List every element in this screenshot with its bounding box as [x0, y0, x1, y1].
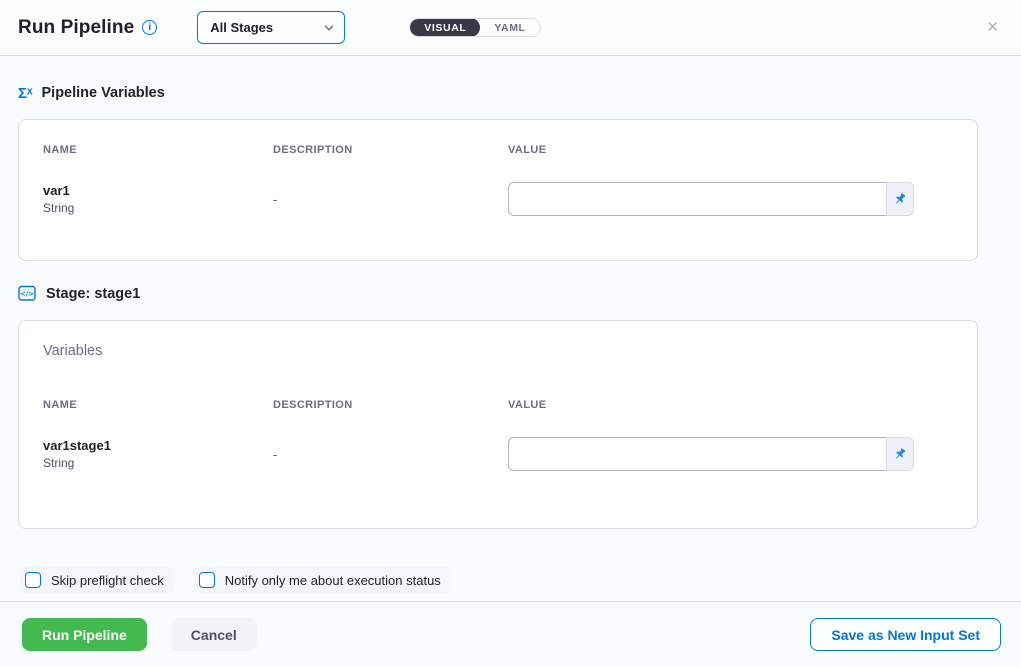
variable-description: -: [273, 192, 508, 207]
column-header-name: NAME: [43, 399, 273, 411]
pipeline-variables-table: NAME DESCRIPTION VALUE var1 String -: [43, 144, 953, 216]
dialog-footer: Run Pipeline Cancel Save as New Input Se…: [0, 601, 1021, 667]
variable-name-cell: var1 String: [43, 183, 273, 215]
variable-name: var1stage1: [43, 438, 273, 453]
table-header-row: NAME DESCRIPTION VALUE: [43, 399, 953, 411]
variable-description: -: [273, 447, 508, 462]
notify-me-label: Notify only me about execution status: [225, 573, 441, 588]
page-title: Run Pipeline: [18, 17, 134, 39]
column-header-value: VALUE: [508, 144, 953, 156]
variable-value-input[interactable]: [508, 182, 886, 216]
variable-value-input[interactable]: [508, 437, 886, 471]
stage-card-title: Variables: [43, 343, 953, 359]
close-icon[interactable]: ✕: [982, 16, 1003, 39]
checkbox-icon[interactable]: [25, 572, 41, 588]
run-pipeline-button[interactable]: Run Pipeline: [22, 618, 147, 651]
pipeline-variables-heading: Σˣ Pipeline Variables: [18, 85, 1003, 101]
toggle-yaml[interactable]: YAML: [480, 18, 539, 37]
pipeline-variables-icon: Σˣ: [18, 86, 33, 101]
svg-text:</>: </>: [20, 290, 34, 298]
column-header-description: DESCRIPTION: [273, 144, 508, 156]
stage-icon: </>: [18, 285, 37, 302]
cancel-button[interactable]: Cancel: [171, 618, 257, 651]
stage-title: Stage: stage1: [46, 286, 140, 302]
stage-variables-table: NAME DESCRIPTION VALUE var1stage1 String…: [43, 399, 953, 471]
table-header-row: NAME DESCRIPTION VALUE: [43, 144, 953, 156]
stage-heading: </> Stage: stage1: [18, 285, 1003, 302]
variable-name-cell: var1stage1 String: [43, 438, 273, 470]
dialog-header: Run Pipeline i All Stages VISUAL YAML ✕: [0, 0, 1021, 56]
notify-me-checkbox[interactable]: Notify only me about execution status: [194, 567, 451, 593]
table-row: var1 String -: [43, 182, 953, 216]
table-row: var1stage1 String -: [43, 437, 953, 471]
stage-variables-card: Variables NAME DESCRIPTION VALUE var1sta…: [18, 320, 978, 529]
info-icon[interactable]: i: [142, 20, 157, 35]
pipeline-variables-card: NAME DESCRIPTION VALUE var1 String -: [18, 119, 978, 261]
column-header-description: DESCRIPTION: [273, 399, 508, 411]
skip-preflight-label: Skip preflight check: [51, 573, 164, 588]
variable-value-cell: [508, 182, 953, 216]
skip-preflight-checkbox[interactable]: Skip preflight check: [20, 567, 174, 593]
variable-value-cell: [508, 437, 953, 471]
column-header-value: VALUE: [508, 399, 953, 411]
variable-type: String: [43, 456, 273, 470]
pin-button[interactable]: [886, 182, 914, 216]
save-as-new-input-set-button[interactable]: Save as New Input Set: [810, 618, 1001, 651]
pin-button[interactable]: [886, 437, 914, 471]
stage-selector-value: All Stages: [210, 20, 273, 35]
visual-yaml-toggle: VISUAL YAML: [409, 18, 540, 37]
variable-type: String: [43, 201, 273, 215]
stage-selector-dropdown[interactable]: All Stages: [197, 11, 345, 44]
checkbox-icon[interactable]: [199, 572, 215, 588]
toggle-visual[interactable]: VISUAL: [410, 18, 480, 37]
execution-options: Skip preflight check Notify only me abou…: [20, 567, 1003, 593]
pipeline-variables-title: Pipeline Variables: [42, 85, 165, 101]
variable-name: var1: [43, 183, 273, 198]
chevron-down-icon: [324, 23, 334, 33]
column-header-name: NAME: [43, 144, 273, 156]
